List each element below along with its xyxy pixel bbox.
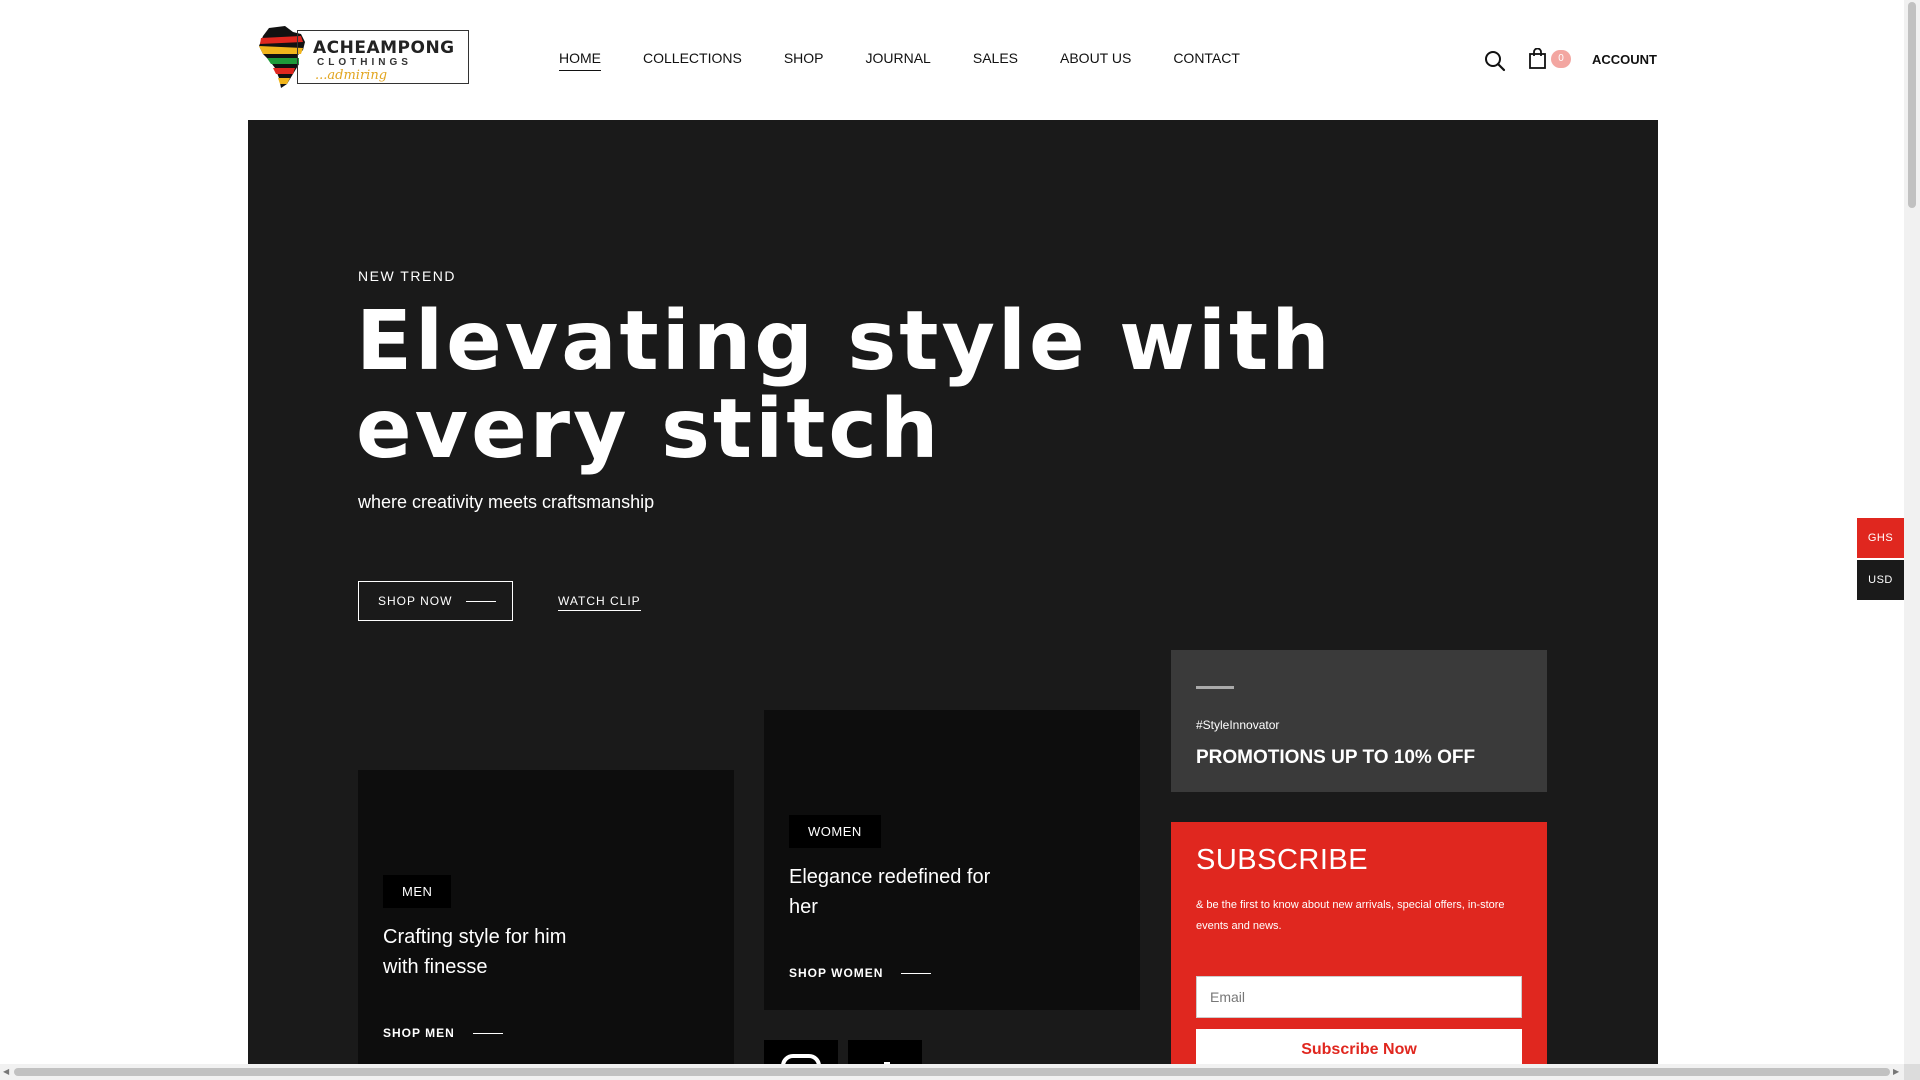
nav-about-us[interactable]: ABOUT US xyxy=(1060,50,1131,71)
logo-name: ACHEAMPONG xyxy=(313,38,455,58)
scrollbar-corner xyxy=(1904,1064,1920,1080)
site-header: ACHEAMPONG CLOTHINGS ...admiring HOME CO… xyxy=(0,0,1904,120)
search-icon[interactable] xyxy=(1484,50,1506,77)
subscribe-panel: SUBSCRIBE & be the first to know about n… xyxy=(1171,822,1547,1064)
currency-ghs[interactable]: GHS xyxy=(1857,518,1904,558)
page: ACHEAMPONG CLOTHINGS ...admiring HOME CO… xyxy=(0,0,1904,1064)
instagram-button[interactable] xyxy=(764,1040,838,1064)
logo-sub: CLOTHINGS xyxy=(317,57,412,68)
hero-section: NEW TREND Elevating style with every sti… xyxy=(248,120,1658,1064)
men-card[interactable]: MEN Crafting style for him with finesse … xyxy=(358,770,734,1064)
account-link[interactable]: ACCOUNT xyxy=(1592,52,1657,67)
shopping-bag-icon[interactable] xyxy=(1528,47,1548,75)
vertical-scroll-thumb[interactable] xyxy=(1908,2,1916,208)
men-card-title: Crafting style for him with finesse xyxy=(383,926,567,978)
scroll-right-icon[interactable]: ▶ xyxy=(1893,1067,1899,1076)
shop-men-label: SHOP MEN xyxy=(383,1026,455,1040)
tiktok-icon xyxy=(884,1062,890,1064)
scroll-left-icon[interactable]: ◀ xyxy=(3,1067,9,1076)
hero-eyebrow: NEW TREND xyxy=(358,268,457,284)
women-card-title: Elegance redefined for her xyxy=(789,866,991,918)
shop-women-label: SHOP WOMEN xyxy=(789,966,884,980)
women-card[interactable]: WOMEN Elegance redefined for her SHOP WO… xyxy=(764,710,1140,1010)
men-badge: MEN xyxy=(383,875,452,908)
arrow-line-icon xyxy=(901,972,932,974)
shop-now-label: SHOP NOW xyxy=(378,594,453,608)
shop-now-button[interactable]: SHOP NOW xyxy=(358,581,513,621)
horizontal-scrollbar[interactable]: ◀ ▶ xyxy=(0,1064,1904,1080)
arrow-line-icon xyxy=(472,1032,503,1034)
promo-divider xyxy=(1196,686,1234,689)
promo-title: PROMOTIONS UP TO 10% OFF xyxy=(1196,747,1476,768)
promo-banner[interactable]: #StyleInnovator PROMOTIONS UP TO 10% OFF xyxy=(1171,650,1547,792)
hero-subline: where creativity meets craftsmanship xyxy=(358,492,655,512)
nav-sales[interactable]: SALES xyxy=(973,50,1018,71)
shop-men-link[interactable]: SHOP MEN xyxy=(383,1026,503,1040)
promo-tag: #StyleInnovator xyxy=(1196,718,1280,732)
brand-logo[interactable]: ACHEAMPONG CLOTHINGS ...admiring xyxy=(255,24,471,90)
shop-women-link[interactable]: SHOP WOMEN xyxy=(789,966,932,980)
main-nav: HOME COLLECTIONS SHOP JOURNAL SALES ABOU… xyxy=(559,50,1282,71)
currency-usd[interactable]: USD xyxy=(1857,560,1904,600)
arrow-line-icon xyxy=(466,600,497,602)
horizontal-scroll-thumb[interactable] xyxy=(14,1068,1890,1076)
nav-contact[interactable]: CONTACT xyxy=(1173,50,1240,71)
nav-shop[interactable]: SHOP xyxy=(784,50,824,71)
subscribe-button[interactable]: Subscribe Now xyxy=(1196,1029,1522,1064)
watch-clip-link[interactable]: WATCH CLIP xyxy=(558,594,641,611)
subscribe-title: SUBSCRIBE xyxy=(1196,844,1369,876)
nav-journal[interactable]: JOURNAL xyxy=(866,50,931,71)
cart-count-badge: 0 xyxy=(1551,50,1571,68)
logo-tagline: ...admiring xyxy=(315,68,388,83)
nav-collections[interactable]: COLLECTIONS xyxy=(643,50,742,71)
hero-headline: Elevating style with every stitch xyxy=(356,294,1333,477)
instagram-icon xyxy=(781,1054,821,1064)
subscribe-text: & be the first to know about new arrival… xyxy=(1196,899,1505,932)
email-field[interactable] xyxy=(1196,976,1522,1018)
vertical-scrollbar[interactable] xyxy=(1904,0,1920,1064)
nav-home[interactable]: HOME xyxy=(559,50,601,71)
tiktok-button[interactable] xyxy=(848,1040,922,1064)
women-badge: WOMEN xyxy=(789,815,881,848)
